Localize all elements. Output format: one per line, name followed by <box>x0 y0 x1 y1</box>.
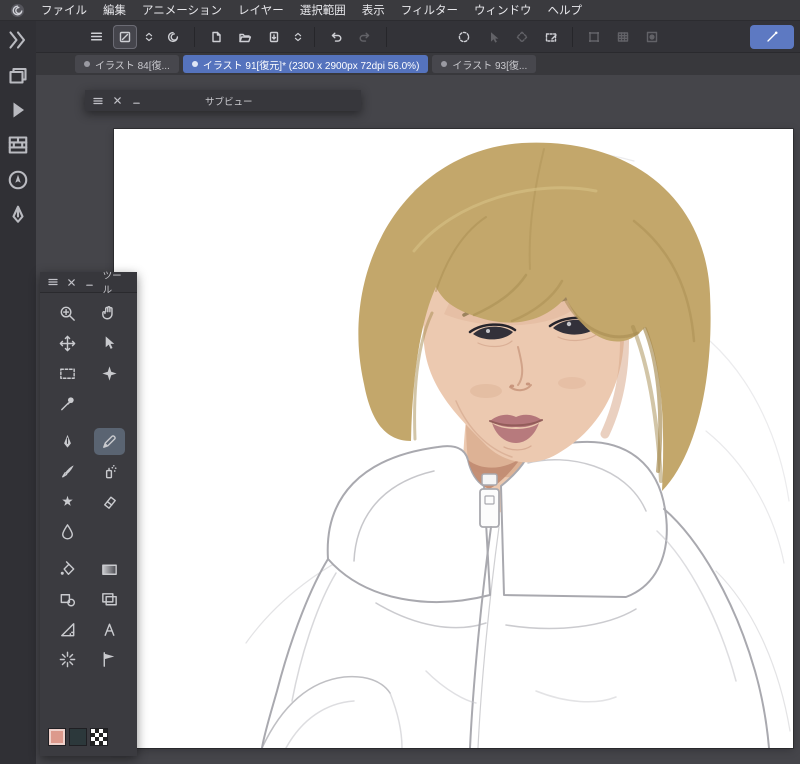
export-stepper-icon[interactable] <box>291 25 305 49</box>
transform-icon[interactable] <box>582 25 606 49</box>
layers-panel-icon[interactable] <box>6 64 30 86</box>
canvas[interactable] <box>114 129 793 748</box>
toolbar-separator <box>386 26 387 47</box>
menu-item[interactable]: 表示 <box>362 2 385 18</box>
tool-gradient-icon[interactable] <box>94 556 125 583</box>
app-logo-icon[interactable] <box>10 3 25 18</box>
menu-item[interactable]: アニメーション <box>142 2 222 18</box>
tool-stream-line-icon[interactable] <box>94 646 125 673</box>
redo-icon[interactable] <box>353 25 377 49</box>
tool-zoom-icon[interactable] <box>52 300 83 327</box>
symmetry-icon[interactable] <box>161 25 185 49</box>
object-selector-icon[interactable] <box>481 25 505 49</box>
document-tab-bar: イラスト 84[復... イラスト 91[復元]* (2300 x 2900px… <box>36 53 800 75</box>
new-file-icon[interactable] <box>204 25 228 49</box>
tool-eyedropper-icon[interactable] <box>52 390 83 417</box>
material-panel-icon[interactable] <box>6 134 30 156</box>
menu-bar: ファイル 編集 アニメーション レイヤー 選択範囲 表示 フィルター ウィンドウ ヘルプ <box>0 0 800 21</box>
mesh-transform-icon[interactable] <box>611 25 635 49</box>
tool-brush-icon[interactable] <box>52 458 83 485</box>
tab-label: イラスト 84[復... <box>95 60 170 72</box>
tool-text-icon[interactable] <box>94 616 125 643</box>
empty-cell <box>89 517 132 546</box>
line-correction-icon[interactable] <box>750 24 794 49</box>
sub-tool-panel-icon[interactable] <box>6 204 30 226</box>
tool-airbrush-icon[interactable] <box>94 458 125 485</box>
tab-label: イラスト 93[復... <box>452 60 528 72</box>
tool-grid <box>40 293 137 674</box>
menu-item[interactable]: ヘルプ <box>547 2 582 18</box>
canvas-artwork[interactable] <box>114 129 793 748</box>
auto-action-panel-icon[interactable] <box>6 99 30 121</box>
tool-pencil-icon[interactable] <box>94 428 126 455</box>
panel-minimize-icon[interactable] <box>130 95 142 107</box>
color-swatches <box>40 728 137 756</box>
tool-pen-icon[interactable] <box>52 428 83 455</box>
menu-item[interactable]: ファイル <box>41 2 87 18</box>
undo-icon[interactable] <box>324 25 348 49</box>
tool-object-icon[interactable] <box>94 330 125 357</box>
tool-panel[interactable]: ツール <box>40 271 137 756</box>
command-bar <box>36 21 800 53</box>
tool-eraser-icon[interactable] <box>94 488 125 515</box>
tab-dot-icon <box>84 61 90 67</box>
document-tab[interactable]: イラスト 91[復元]* (2300 x 2900px 72dpi 56.0%) <box>182 55 429 73</box>
tool-ruler-icon[interactable] <box>52 616 83 643</box>
menu-items: ファイル 編集 アニメーション レイヤー 選択範囲 表示 フィルター ウィンドウ ヘルプ <box>41 2 582 18</box>
menu-item[interactable]: 選択範囲 <box>300 2 346 18</box>
tool-radial-line-icon[interactable] <box>52 646 83 673</box>
subview-panel-title: サブビュー <box>205 96 253 108</box>
menu-item[interactable]: フィルター <box>401 2 458 18</box>
property-stepper-icon[interactable] <box>142 25 156 49</box>
portrait-illustration <box>245 142 791 748</box>
empty-cell <box>89 389 132 418</box>
tool-shape-icon[interactable] <box>52 586 83 613</box>
dock-collapse-icon[interactable] <box>6 29 30 51</box>
tool-decoration-icon[interactable] <box>52 488 83 515</box>
tool-panel-title-bar[interactable]: ツール <box>40 271 137 296</box>
tool-hand-icon[interactable] <box>94 300 125 327</box>
toolbar-separator <box>572 26 573 47</box>
tool-fill-icon[interactable] <box>52 556 83 583</box>
menu-item[interactable]: 編集 <box>103 2 126 18</box>
open-file-icon[interactable] <box>233 25 257 49</box>
selection-launcher-icon[interactable] <box>452 25 476 49</box>
document-tab[interactable]: イラスト 84[復... <box>75 55 179 73</box>
left-dock-sidebar <box>0 21 36 764</box>
panel-menu-icon[interactable] <box>92 95 104 107</box>
tab-dot-icon <box>191 61 198 67</box>
panel-minimize-icon[interactable] <box>84 276 96 288</box>
navigator-panel-icon[interactable] <box>6 169 30 191</box>
toolbar-separator <box>194 26 195 47</box>
transparent-color-swatch[interactable] <box>90 728 108 746</box>
tool-move-icon[interactable] <box>52 330 83 357</box>
panel-menu-icon[interactable] <box>47 276 59 288</box>
sub-color-swatch[interactable] <box>69 728 87 746</box>
tool-frame-icon[interactable] <box>94 586 125 613</box>
toolbar-separator <box>314 26 315 47</box>
tool-marquee-icon[interactable] <box>52 360 83 387</box>
tool-blend-icon[interactable] <box>52 518 83 545</box>
menu-item[interactable]: レイヤー <box>238 2 284 18</box>
tab-dot-icon <box>441 61 448 67</box>
subview-title-bar[interactable]: サブビュー <box>85 90 361 111</box>
tool-panel-title: ツール <box>102 271 122 296</box>
mask-icon[interactable] <box>640 25 664 49</box>
tab-label: イラスト 91[復元]* (2300 x 2900px 72dpi 56.0%) <box>202 60 420 72</box>
tool-property-icon[interactable] <box>113 24 137 49</box>
panel-close-icon[interactable] <box>111 95 123 107</box>
export-icon[interactable] <box>262 25 286 49</box>
selection-pen-icon[interactable] <box>539 25 563 49</box>
panel-close-icon[interactable] <box>66 276 78 288</box>
main-menu-icon[interactable] <box>84 25 108 49</box>
main-color-swatch[interactable] <box>48 728 66 746</box>
tool-auto-select-icon[interactable] <box>94 360 125 387</box>
subview-panel[interactable]: サブビュー <box>85 90 361 111</box>
selection-invert-icon[interactable] <box>510 25 534 49</box>
document-tab[interactable]: イラスト 93[復... <box>432 55 537 73</box>
menu-item[interactable]: ウィンドウ <box>474 2 532 18</box>
